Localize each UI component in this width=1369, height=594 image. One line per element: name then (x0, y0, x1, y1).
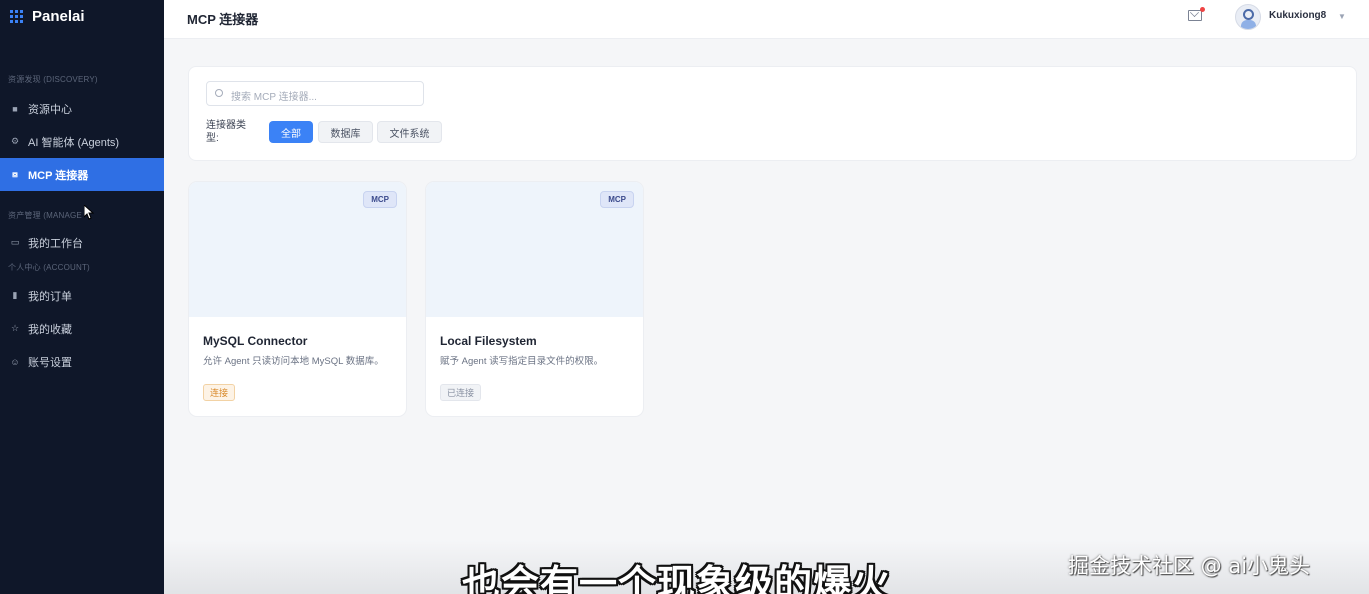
mcp-badge: MCP (600, 191, 634, 208)
connector-icon: ⧇ (12, 169, 18, 179)
connector-title: MySQL Connector (203, 334, 308, 348)
sidebar-item-label: 我的订单 (28, 290, 72, 303)
sidebar-item-account-settings[interactable]: ☺ 账号设置 (0, 345, 164, 378)
connector-type-label: 连接器类型: (206, 120, 246, 144)
connector-card-filesystem[interactable]: MCP Local Filesystem 赋予 Agent 读写指定目录文件的权… (425, 181, 644, 417)
sidebar-item-label: AI 智能体 (Agents) (28, 136, 120, 149)
avatar[interactable] (1235, 4, 1261, 30)
notification-dot (1200, 7, 1205, 12)
connector-description: 允许 Agent 只读访问本地 MySQL 数据库。 (203, 356, 384, 367)
sidebar-item-resource-center[interactable]: ■ 资源中心 (0, 92, 164, 125)
sidebar-item-orders[interactable]: ▮ 我的订单 (0, 279, 164, 312)
section-label-discovery: 资源发现 (DISCOVERY) (8, 75, 98, 84)
section-label-manage: 资产管理 (MANAGE (8, 211, 82, 220)
sidebar-item-label: 我的收藏 (28, 323, 72, 336)
mcp-badge: MCP (363, 191, 397, 208)
connector-title: Local Filesystem (440, 334, 537, 348)
search-input[interactable]: 搜索 MCP 连接器... (206, 81, 424, 106)
connect-button[interactable]: 连接 (203, 384, 236, 401)
sidebar-item-workbench[interactable]: ▭ 我的工作台 (0, 226, 164, 259)
chevron-down-icon[interactable]: ▼ (1338, 12, 1346, 21)
sidebar-item-agents[interactable]: ⚙ AI 智能体 (Agents) (0, 125, 164, 158)
sidebar-item-label: 账号设置 (28, 356, 72, 369)
page-title: MCP 连接器 (187, 12, 259, 27)
section-label-account: 个人中心 (ACCOUNT) (8, 263, 90, 272)
connected-status-badge: 已连接 (440, 384, 482, 401)
sidebar-item-favorites[interactable]: ☆ 我的收藏 (0, 312, 164, 345)
search-placeholder: 搜索 MCP 连接器... (231, 92, 317, 103)
sidebar-item-mcp-connectors[interactable]: ⧇ MCP 连接器 (0, 158, 164, 191)
sidebar: Panelai 资源发现 (DISCOVERY) ■ 资源中心 ⚙ AI 智能体… (0, 0, 164, 594)
username[interactable]: Kukuxiong8 (1269, 10, 1326, 21)
clipboard-icon: ▮ (12, 290, 18, 300)
user-icon: ☺ (10, 356, 20, 367)
star-icon: ☆ (10, 323, 20, 333)
sidebar-item-label: 我的工作台 (28, 237, 83, 250)
topbar: MCP 连接器 Kukuxiong8 ▼ (164, 0, 1369, 39)
search-icon (215, 89, 223, 97)
connector-card-mysql[interactable]: MCP MySQL Connector 允许 Agent 只读访问本地 MySQ… (188, 181, 407, 417)
mail-icon[interactable] (1188, 7, 1205, 21)
filter-chip-database[interactable]: 数据库 (318, 121, 373, 143)
database-icon: ■ (12, 103, 18, 114)
app-grid-icon (10, 9, 23, 23)
watermark: 掘金技术社区 @ ai小鬼头 (1068, 554, 1311, 578)
brand-name: Panelai (32, 7, 85, 25)
connector-description: 赋予 Agent 读写指定目录文件的权限。 (440, 356, 604, 367)
filter-panel: 搜索 MCP 连接器... 连接器类型: 全部 数据库 文件系统 (188, 66, 1357, 161)
gear-icon: ⚙ (10, 136, 20, 146)
monitor-icon: ▭ (10, 237, 20, 247)
filter-chip-all[interactable]: 全部 (269, 121, 313, 143)
sidebar-item-label: 资源中心 (28, 103, 72, 116)
filter-chip-filesystem[interactable]: 文件系统 (377, 121, 442, 143)
sidebar-item-label: MCP 连接器 (28, 169, 89, 182)
video-subtitle: 也会有一个现象级的爆火 (462, 562, 892, 594)
brand[interactable]: Panelai (0, 0, 164, 32)
